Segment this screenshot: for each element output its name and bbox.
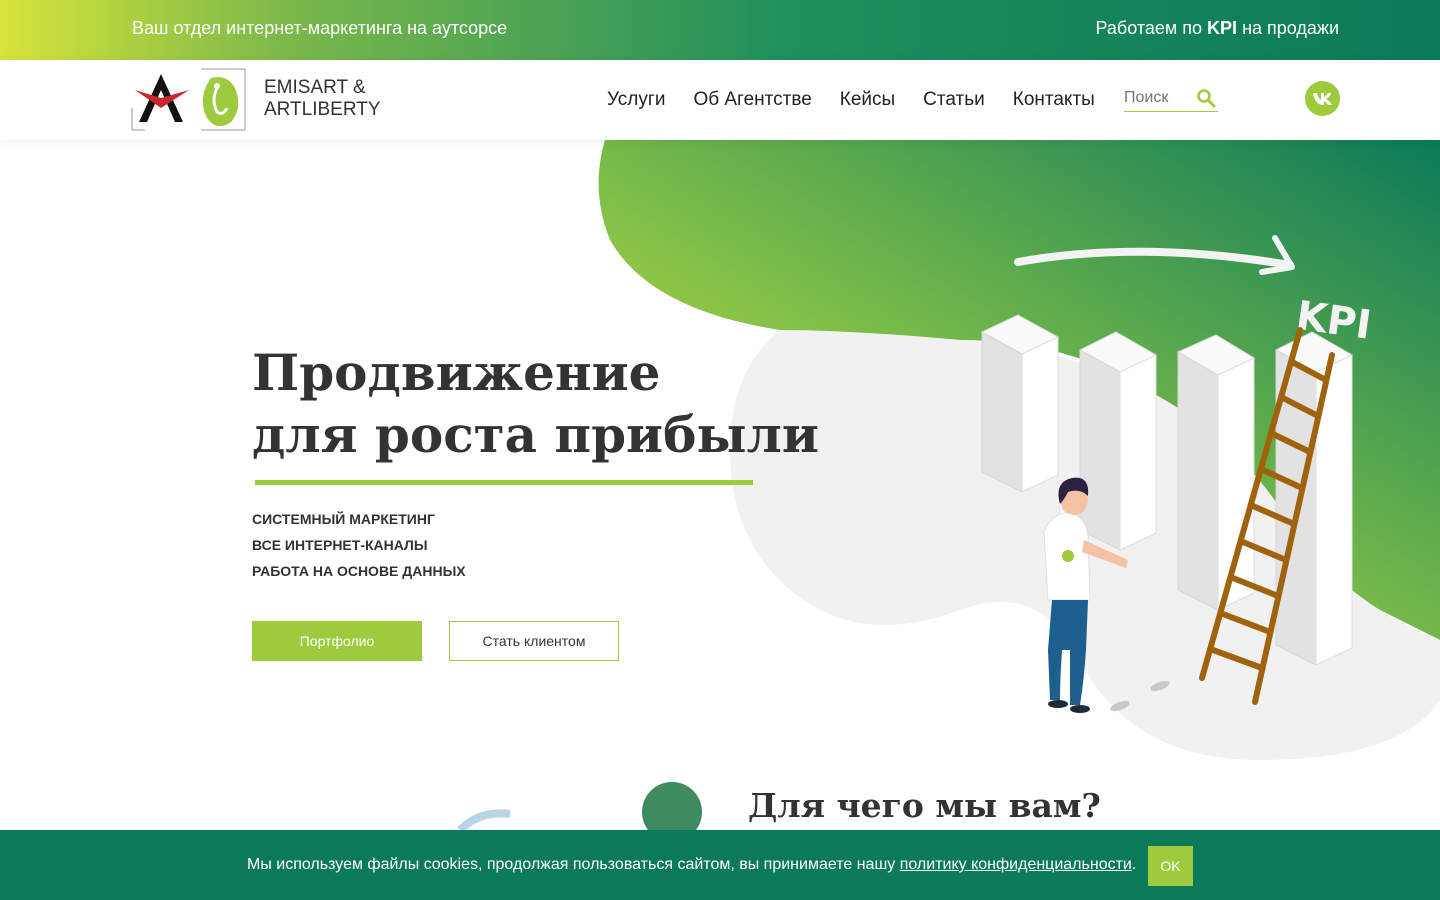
hero-title-line-2: для роста прибыли xyxy=(252,405,819,464)
tagline: Ваш отдел интернет-маркетинга на аутсорс… xyxy=(132,18,508,38)
search-icon[interactable] xyxy=(1196,88,1216,108)
search-input[interactable] xyxy=(1124,86,1190,107)
section-title: Для чего мы вам? xyxy=(748,786,1101,825)
brand-line-1: EMISART & xyxy=(264,77,366,98)
hero-points: Системный маркетинг Все интернет-каналы … xyxy=(252,506,466,584)
kpi-tagline: Работаем по KPI на продажи xyxy=(1096,18,1340,39)
cookie-text-before: Мы используем файлы cookies, продолжая п… xyxy=(247,856,900,873)
kpi-tagline-bold: KPI xyxy=(1207,18,1238,38)
vk-icon xyxy=(1312,92,1332,105)
search-box xyxy=(1124,86,1218,112)
hero-point: Работа на основе данных xyxy=(252,563,466,579)
nav-item-services[interactable]: Услуги xyxy=(607,89,665,111)
brand-name: EMISART & ARTLIBERTY xyxy=(264,77,381,121)
kpi-illustration: KPI xyxy=(980,235,1374,713)
brand-line-2: ARTLIBERTY xyxy=(264,99,381,120)
column-3 xyxy=(1176,334,1256,611)
nav-item-contacts[interactable]: Контакты xyxy=(1013,89,1095,111)
top-banner: Ваш отдел интернет-маркетинга на аутсорс… xyxy=(0,0,1440,60)
privacy-policy-link[interactable]: политику конфиденциальности xyxy=(900,856,1132,873)
footprints xyxy=(1110,680,1170,712)
cookie-text-after: . xyxy=(1131,856,1137,873)
nav-item-cases[interactable]: Кейсы xyxy=(840,89,895,111)
nav-item-articles[interactable]: Статьи xyxy=(923,89,985,111)
become-client-button[interactable]: Стать клиентом xyxy=(449,621,619,661)
hero-point: Все интернет-каналы xyxy=(252,537,428,553)
cookie-banner: Мы используем файлы cookies, продолжая п… xyxy=(0,830,1440,900)
kpi-tagline-prefix: Работаем по xyxy=(1095,18,1208,38)
hero-title: Продвижение для роста прибыли xyxy=(252,342,819,466)
cookie-ok-button[interactable]: OK xyxy=(1148,846,1193,886)
portfolio-button[interactable]: Портфолио xyxy=(252,621,422,661)
vk-button[interactable] xyxy=(1305,81,1340,116)
nav-item-about[interactable]: Об Агентстве xyxy=(693,89,811,111)
hero-title-line-1: Продвижение xyxy=(252,343,661,402)
cookie-text: Мы используем файлы cookies, продолжая п… xyxy=(247,856,1136,874)
logo[interactable] xyxy=(131,68,247,132)
hero-divider xyxy=(255,480,753,485)
column-2 xyxy=(1078,331,1158,551)
site-header: EMISART & ARTLIBERTY Услуги Об Агентстве… xyxy=(0,60,1440,140)
column-1 xyxy=(980,314,1060,493)
kpi-tagline-suffix: на продажи xyxy=(1237,18,1339,38)
main-nav: Услуги Об Агентстве Кейсы Статьи Контакт… xyxy=(607,89,1095,111)
hero-point: Системный маркетинг xyxy=(252,511,435,527)
